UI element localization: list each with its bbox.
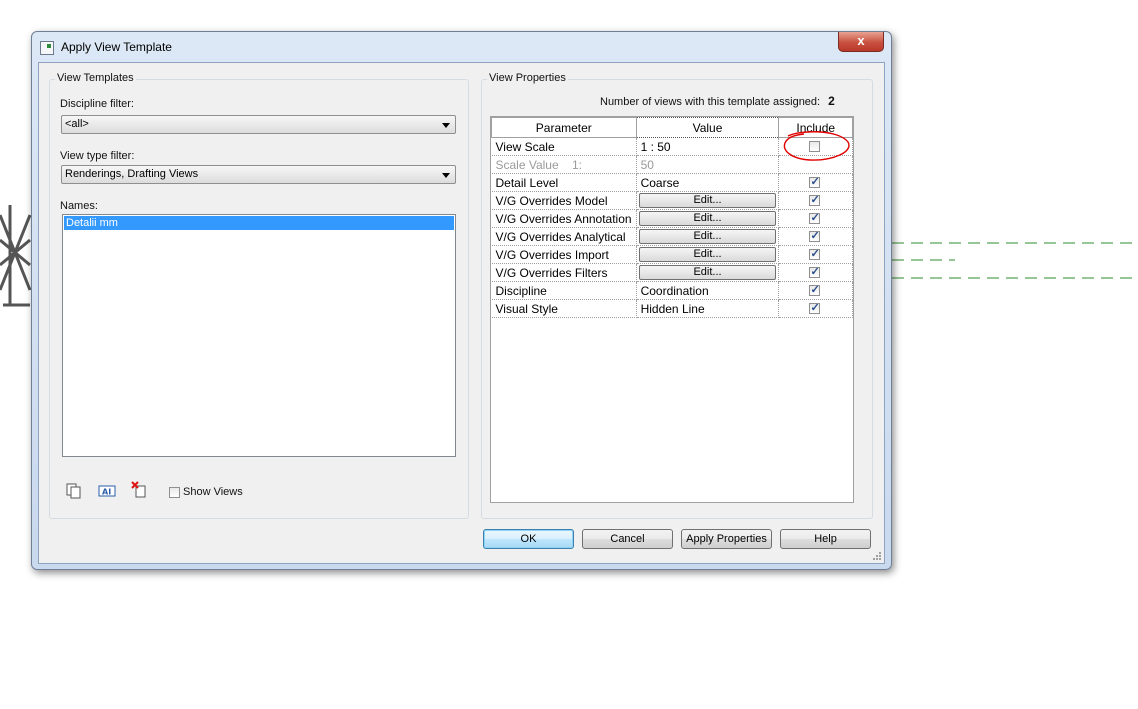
- parameter-cell: V/G Overrides Filters: [491, 263, 637, 282]
- include-cell: [778, 209, 853, 228]
- include-cell: [778, 281, 853, 300]
- include-checkbox[interactable]: [809, 265, 821, 278]
- value-cell[interactable]: Edit...: [636, 227, 780, 246]
- table-row[interactable]: V/G Overrides Analytical Edit...: [491, 227, 853, 246]
- include-cell: [778, 191, 853, 210]
- include-cell: [778, 227, 853, 246]
- table-row[interactable]: V/G Overrides Model Edit...: [491, 191, 853, 210]
- chevron-down-icon: [442, 173, 450, 178]
- include-cell: [778, 245, 853, 264]
- parameter-cell: V/G Overrides Model: [491, 191, 637, 210]
- apply-properties-button[interactable]: Apply Properties: [681, 529, 772, 549]
- parameter-cell: V/G Overrides Import: [491, 245, 637, 264]
- edit-button[interactable]: Edit...: [638, 193, 777, 208]
- view-type-filter-dropdown[interactable]: Renderings, Drafting Views: [61, 165, 456, 184]
- table-row[interactable]: V/G Overrides Import Edit...: [491, 245, 853, 264]
- list-item[interactable]: Detalii mm: [64, 216, 454, 230]
- delete-icon[interactable]: [131, 481, 149, 499]
- rename-icon[interactable]: AI: [98, 482, 116, 500]
- edit-button[interactable]: Edit...: [638, 229, 777, 244]
- include-checkbox[interactable]: [809, 229, 821, 242]
- title-bar[interactable]: Apply View Template x: [32, 32, 891, 62]
- parameter-cell: Visual Style: [491, 299, 637, 318]
- value-cell[interactable]: Coordination: [636, 281, 780, 300]
- value-cell[interactable]: Coarse: [636, 173, 780, 192]
- include-checkbox[interactable]: [809, 301, 821, 314]
- table-row[interactable]: Detail Level Coarse: [491, 173, 853, 192]
- parameter-cell: Discipline: [491, 281, 637, 300]
- discipline-filter-value: <all>: [65, 118, 89, 130]
- names-label: Names:: [60, 200, 98, 212]
- edit-button[interactable]: Edit...: [638, 265, 777, 280]
- dialog-title: Apply View Template: [61, 40, 172, 54]
- value-cell[interactable]: Edit...: [636, 191, 780, 210]
- value-cell[interactable]: Edit...: [636, 245, 780, 264]
- cancel-button[interactable]: Cancel: [582, 529, 673, 549]
- parameter-cell: V/G Overrides Analytical: [491, 227, 637, 246]
- table-row[interactable]: V/G Overrides Filters Edit...: [491, 263, 853, 282]
- discipline-filter-dropdown[interactable]: <all>: [61, 115, 456, 134]
- value-cell[interactable]: Hidden Line: [636, 299, 780, 318]
- close-button[interactable]: x: [838, 32, 884, 52]
- table-row[interactable]: Discipline Coordination: [491, 281, 853, 300]
- views-count-label: Number of views with this template assig…: [600, 94, 835, 108]
- ok-button[interactable]: OK: [483, 529, 574, 549]
- include-checkbox[interactable]: [809, 175, 821, 188]
- names-listbox[interactable]: Detalii mm: [62, 214, 456, 457]
- apply-view-template-dialog: Apply View Template x View Templates Dis…: [31, 31, 892, 570]
- include-checkbox[interactable]: [809, 247, 821, 260]
- include-checkbox[interactable]: [809, 283, 821, 296]
- dialog-client-area: View Templates Discipline filter: <all> …: [38, 62, 885, 564]
- parameter-cell: Scale Value 1:: [491, 155, 637, 174]
- include-cell: [778, 299, 853, 318]
- view-properties-legend: View Properties: [487, 72, 568, 84]
- view-templates-legend: View Templates: [55, 72, 136, 84]
- show-views-label: Show Views: [183, 486, 243, 498]
- views-count-value: 2: [828, 94, 835, 108]
- edit-button[interactable]: Edit...: [638, 211, 777, 226]
- app-icon: [40, 41, 54, 55]
- value-cell[interactable]: 1 : 50: [636, 137, 780, 156]
- chevron-down-icon: [442, 123, 450, 128]
- value-cell[interactable]: Edit...: [636, 209, 780, 228]
- discipline-filter-label: Discipline filter:: [60, 98, 134, 110]
- parameter-cell: V/G Overrides Annotation: [491, 209, 637, 228]
- parameter-cell: Detail Level: [491, 173, 637, 192]
- include-cell: [778, 173, 853, 192]
- resize-grip-icon[interactable]: [872, 551, 882, 561]
- column-header-value[interactable]: Value: [635, 117, 780, 138]
- edit-button[interactable]: Edit...: [638, 247, 777, 262]
- views-count-text: Number of views with this template assig…: [600, 96, 821, 108]
- include-checkbox[interactable]: [809, 193, 821, 206]
- include-checkbox[interactable]: [809, 211, 821, 224]
- parameter-cell: View Scale: [491, 137, 637, 156]
- value-cell: 50: [636, 155, 780, 174]
- value-cell[interactable]: Edit...: [636, 263, 780, 282]
- include-cell: [778, 263, 853, 282]
- view-type-filter-value: Renderings, Drafting Views: [65, 168, 199, 180]
- show-views-checkbox[interactable]: [169, 487, 180, 498]
- svg-text:AI: AI: [102, 488, 111, 497]
- view-type-filter-label: View type filter:: [60, 150, 135, 162]
- column-header-parameter[interactable]: Parameter: [491, 117, 637, 138]
- duplicate-icon[interactable]: [65, 482, 83, 500]
- table-row[interactable]: Visual Style Hidden Line: [491, 299, 853, 318]
- help-button[interactable]: Help: [780, 529, 871, 549]
- table-row[interactable]: V/G Overrides Annotation Edit...: [491, 209, 853, 228]
- red-circle-annotation: [783, 131, 850, 161]
- view-templates-group: View Templates Discipline filter: <all> …: [49, 72, 469, 519]
